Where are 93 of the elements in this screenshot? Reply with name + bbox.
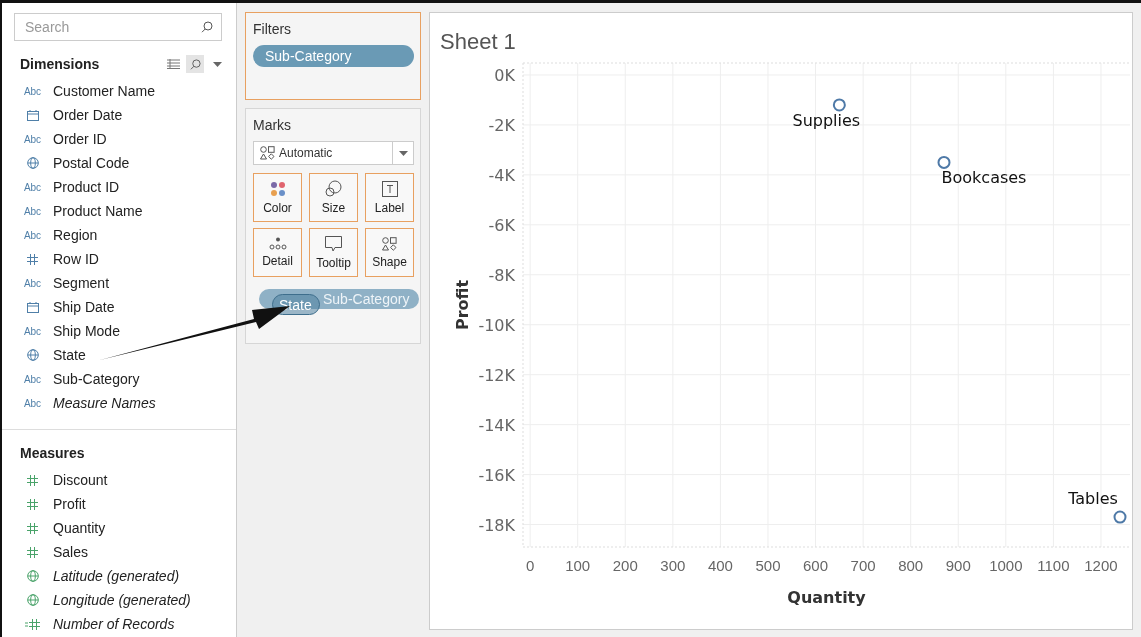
string-type-label: Abc [23,205,42,217]
section-title: Measures [20,445,85,461]
field-item[interactable]: Latitude (generated) [53,568,180,584]
x-tick-label: 700 [850,557,876,574]
search-icon[interactable] [186,55,204,73]
string-type-label: Abc [23,277,42,289]
field-item[interactable]: Region [53,227,98,243]
string-type-label: Abc [23,181,42,193]
mark-button[interactable]: Detail [253,228,302,277]
x-tick-label: 600 [803,557,829,574]
hash-icon [27,253,38,265]
x-axis-title: Quantity [787,588,866,607]
field-item[interactable]: Customer Name [53,83,155,99]
y-tick-label: -16K [478,465,515,485]
x-tick-label: 800 [898,557,924,574]
y-tick-label: -8K [488,265,515,285]
x-tick-label: 400 [707,557,733,574]
mark-button[interactable]: Size [309,173,358,222]
mark-button[interactable]: Shape [365,228,414,277]
x-tick-label: 0 [525,557,535,574]
field-item[interactable]: Sales [53,544,89,560]
field-item[interactable]: Order ID [53,131,107,147]
x-tick-label: 1100 [1037,557,1070,574]
globe-icon [26,594,39,606]
count-hash-icon [25,618,40,630]
field-item[interactable]: Order Date [53,107,123,123]
mark-type-dropdown[interactable]: Automatic [253,141,414,165]
x-tick-label: 500 [755,557,781,574]
globe-icon [26,157,39,169]
x-tick-label: 1000 [989,557,1023,574]
string-type-label: Abc [23,373,42,385]
globe-icon [26,349,39,361]
y-tick-label: -14K [478,415,515,435]
dots-icon [268,237,287,250]
x-tick-label: 300 [660,557,686,574]
y-tick-label: -2K [488,115,515,135]
shapes-icon [260,146,275,160]
field-item[interactable]: Profit [53,496,86,512]
shapes-icon [382,236,397,251]
string-type-label: Abc [23,85,42,97]
search-icon [201,21,213,33]
field-item[interactable]: Number of Records [53,616,175,632]
string-type-label: Abc [23,397,42,409]
globe-icon [26,570,39,582]
x-tick-label: 1200 [1084,557,1118,574]
color-dots-icon [269,180,286,197]
hash-icon [27,546,38,558]
hash-icon [27,474,38,486]
field-item[interactable]: Ship Date [53,299,115,315]
string-type-label: Abc [23,325,42,337]
x-tick-label: 200 [612,557,638,574]
field-item[interactable]: Measure Names [53,395,156,411]
card-title: Marks [253,117,293,133]
field-item[interactable]: Product Name [53,203,143,219]
mark-button[interactable]: Tooltip [309,228,358,277]
field-item[interactable]: Discount [53,472,108,488]
field-item[interactable]: State [53,347,86,363]
field-item[interactable]: Row ID [53,251,99,267]
field-item[interactable]: Product ID [53,179,120,195]
field-item[interactable]: Segment [53,275,110,291]
y-tick-label: -4K [488,165,515,185]
hash-icon [27,522,38,534]
size-circles-icon [325,180,342,197]
y-tick-label: -6K [488,215,515,235]
field-item[interactable]: Postal Code [53,155,130,171]
section-title: Dimensions [20,56,100,72]
point-label: Supplies [792,110,861,130]
y-axis-title: Profit [453,279,472,331]
calendar-icon [26,109,39,121]
x-tick-label: 900 [945,557,971,574]
field-item[interactable]: Longitude (generated) [53,592,191,608]
text-label-icon [381,180,398,197]
y-tick-label: -12K [478,365,515,385]
string-type-label: Abc [23,229,42,241]
mark-button[interactable]: Label [365,173,414,222]
y-tick-label: -18K [478,515,515,535]
card-title: Filters [253,21,293,37]
search-field[interactable]: Search [14,13,222,41]
caret-icon [398,150,408,156]
speech-bubble-icon [325,235,342,252]
mark-button[interactable]: Color [253,173,302,222]
sheet-title: Sheet 1 [439,28,517,55]
y-tick-label: -10K [478,315,515,335]
field-item[interactable]: Quantity [53,520,106,536]
hash-icon [27,498,38,510]
string-type-label: Abc [23,133,42,145]
field-item[interactable]: Ship Mode [53,323,120,339]
x-tick-label: 100 [565,557,591,574]
point-label: Bookcases [941,168,1027,188]
field-item[interactable]: Sub-Category [53,371,140,387]
y-tick-label: 0K [494,66,515,85]
point-label: Tables [1068,489,1118,509]
calendar-icon [26,301,39,313]
